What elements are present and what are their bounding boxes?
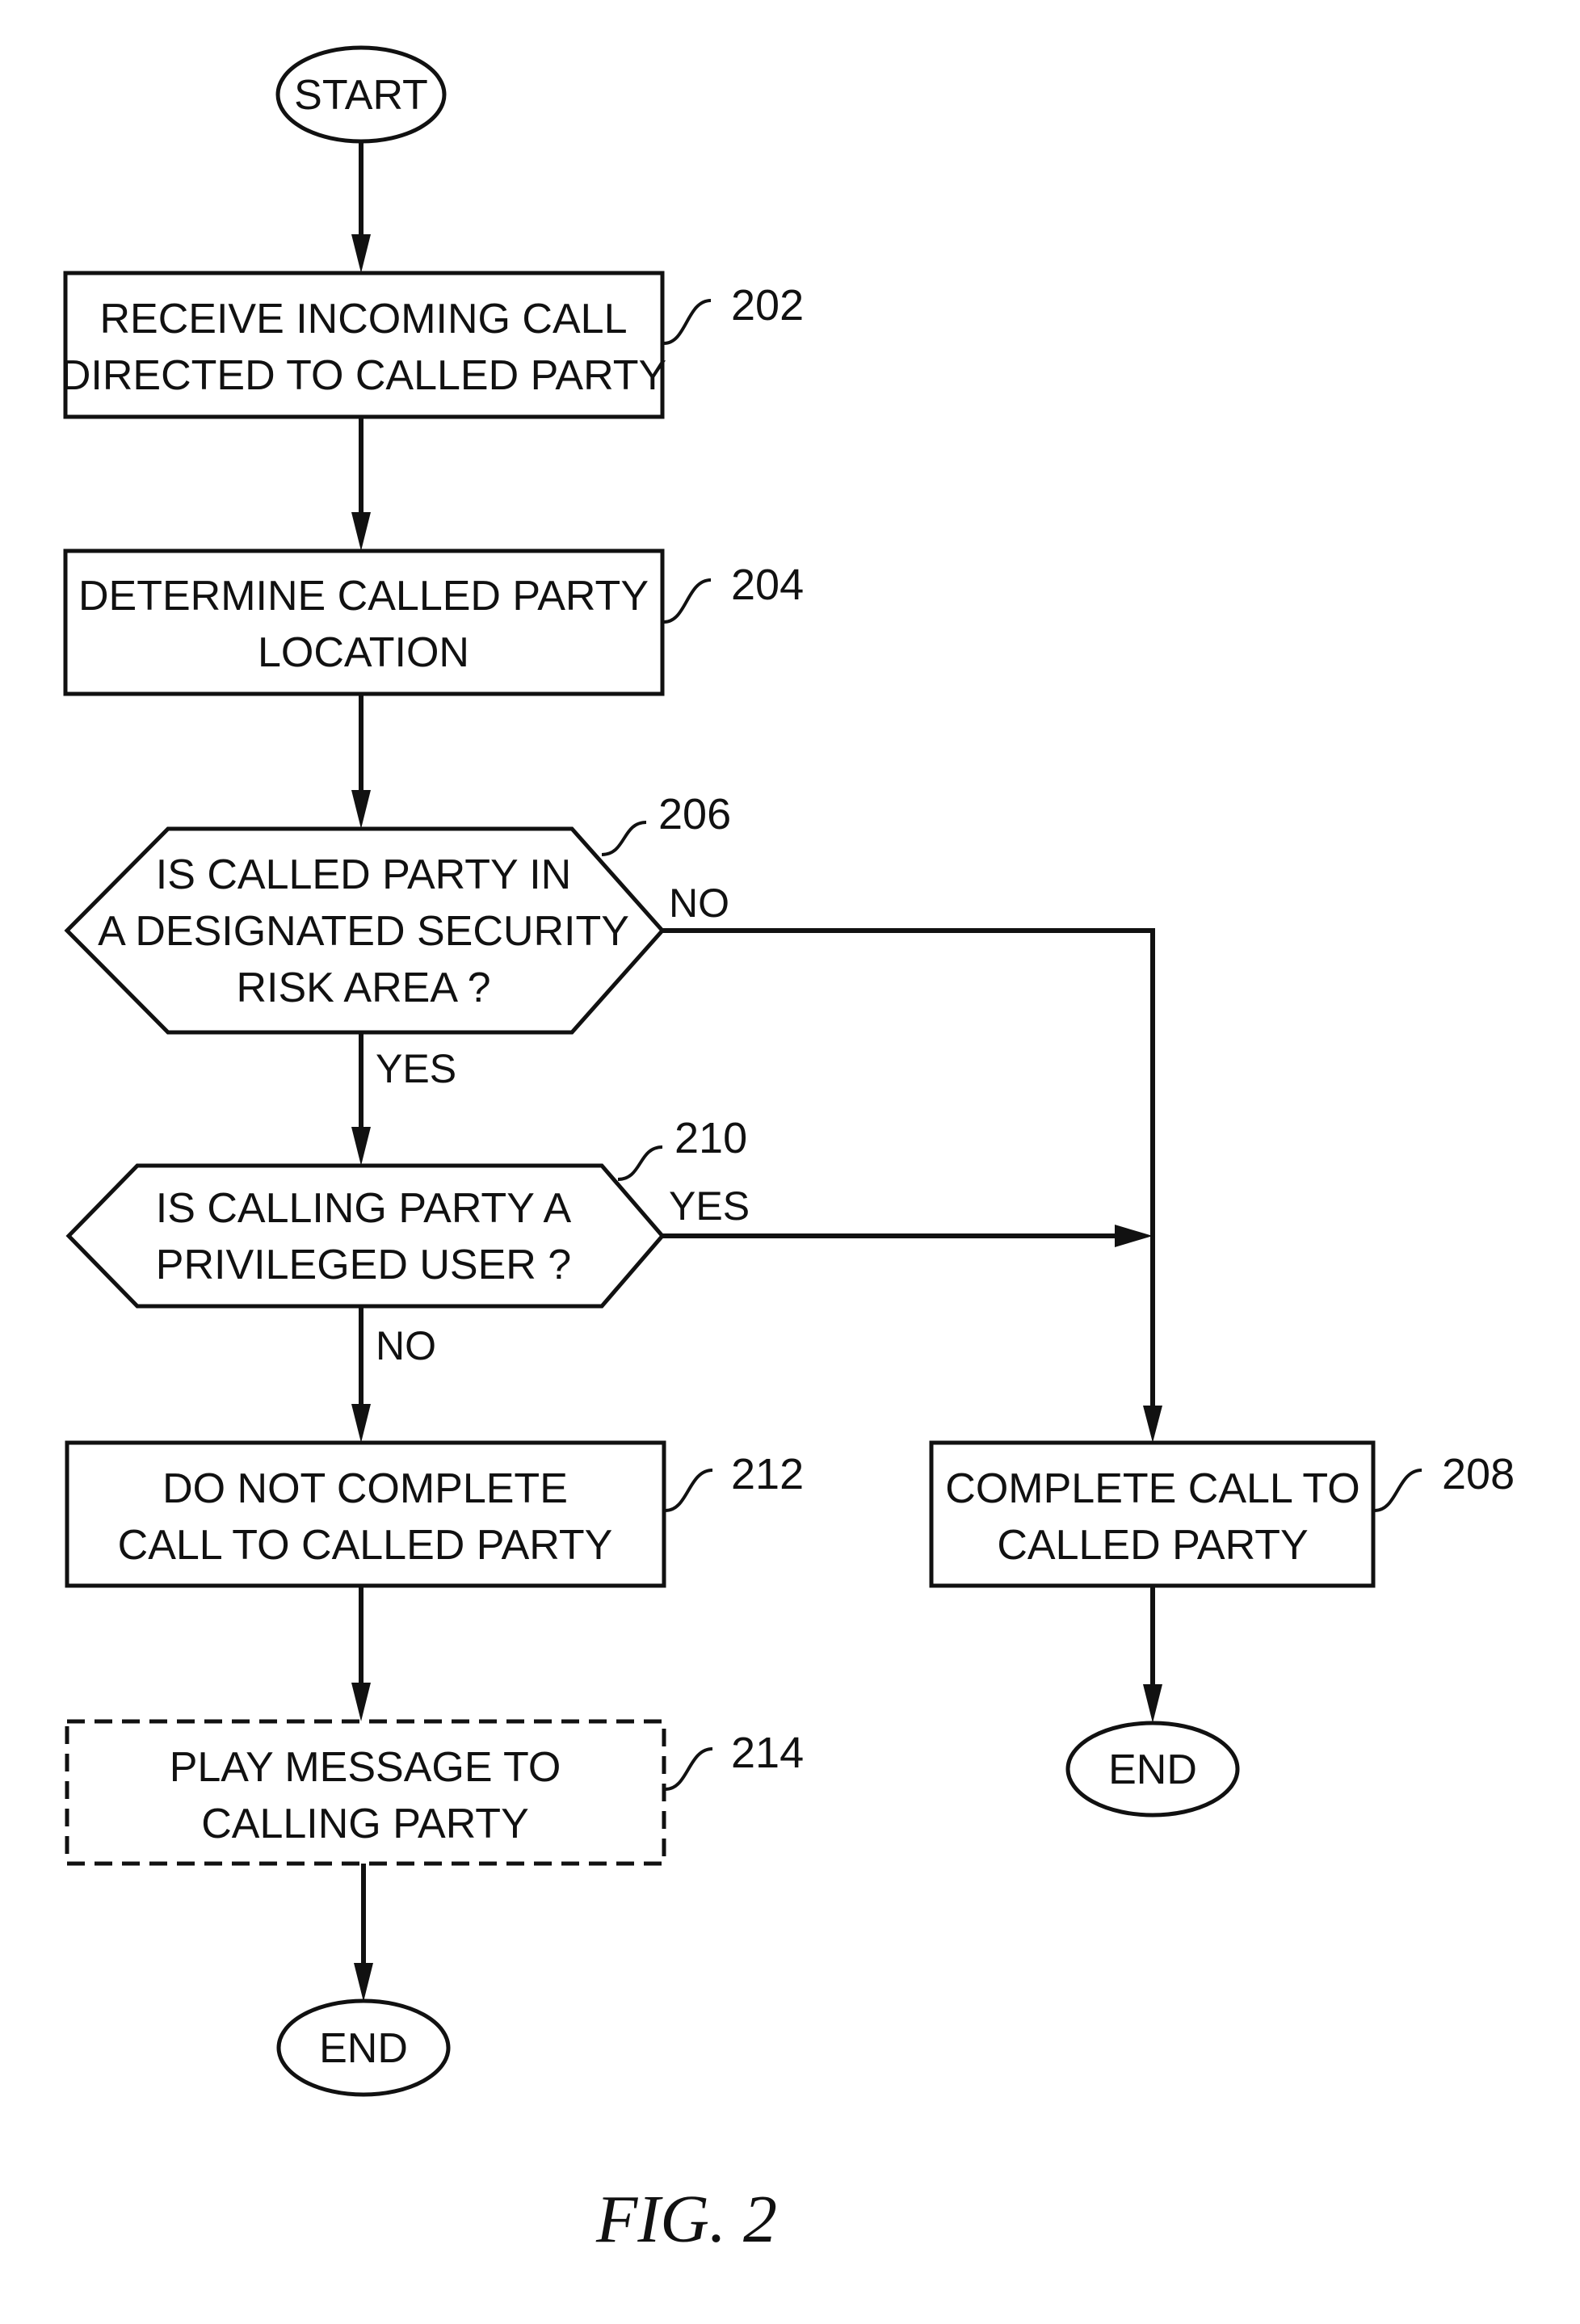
start-label: START: [294, 72, 428, 119]
ref-number-208: 208: [1442, 1450, 1515, 1498]
decision-206-line-2: A DESIGNATED SECURITY: [98, 908, 629, 955]
arrowhead-end-right: [1143, 1684, 1162, 1723]
decision-206-line-1: IS CALLED PARTY IN: [156, 851, 571, 898]
ref-number-210: 210: [674, 1114, 747, 1162]
ref-number-206: 206: [658, 790, 731, 838]
ref-number-214: 214: [731, 1729, 804, 1777]
step-212-do-not-complete: DO NOT COMPLETE CALL TO CALLED PARTY 212: [65, 1440, 804, 1588]
flowchart: START RECEIVE INCOMING CALL DIRECTED TO …: [61, 45, 1515, 2257]
decision-206-line-3: RISK AREA ?: [236, 964, 490, 1011]
ref-leader-210: [617, 1145, 663, 1181]
ref-leader-204: [663, 578, 712, 624]
step-214-play-message: PLAY MESSAGE TO CALLING PARTY 214: [65, 1719, 804, 1866]
ref-number-204: 204: [731, 561, 804, 609]
branch-label-206-yes: YES: [376, 1046, 456, 1091]
step-204-line-1: DETERMINE CALLED PARTY: [78, 573, 649, 620]
step-212-line-2: CALL TO CALLED PARTY: [118, 1522, 613, 1569]
arrowhead-206: [351, 790, 371, 829]
end-right-label: END: [1108, 1746, 1197, 1793]
step-212-line-1: DO NOT COMPLETE: [162, 1465, 568, 1512]
arrowhead-210-yes: [1115, 1225, 1153, 1247]
arrowhead-208: [1143, 1406, 1162, 1443]
arrowhead-210: [351, 1127, 371, 1166]
branch-label-206-no: NO: [669, 880, 729, 926]
step-214-line-1: PLAY MESSAGE TO: [170, 1744, 561, 1791]
arrowhead-204: [351, 512, 371, 551]
end-terminator-right: END: [1065, 1721, 1240, 1818]
step-204-line-2: LOCATION: [258, 629, 469, 676]
step-208-line-1: COMPLETE CALL TO: [945, 1465, 1359, 1512]
ref-leader-206: [601, 821, 647, 856]
arrowhead-212: [351, 1404, 371, 1443]
step-202-line-1: RECEIVE INCOMING CALL: [99, 296, 627, 343]
decision-210-line-2: PRIVILEGED USER ?: [156, 1242, 571, 1288]
end-terminator-left: END: [276, 1998, 451, 2097]
decision-206-security-area: IS CALLED PARTY IN A DESIGNATED SECURITY…: [64, 790, 731, 1035]
ref-leader-202: [663, 299, 712, 345]
arrowhead-214: [351, 1683, 371, 1721]
ref-leader-208: [1374, 1469, 1422, 1512]
ref-leader-214: [665, 1747, 713, 1791]
end-left-label: END: [319, 2025, 408, 2072]
step-208-complete-call: COMPLETE CALL TO CALLED PARTY 208: [929, 1440, 1515, 1588]
ref-leader-212: [665, 1469, 713, 1512]
ref-number-212: 212: [731, 1450, 804, 1498]
arrowhead-202: [351, 234, 371, 273]
figure-caption: FIG. 2: [595, 2182, 777, 2257]
step-202-receive-call: RECEIVE INCOMING CALL DIRECTED TO CALLED…: [61, 271, 804, 419]
step-214-line-2: CALLING PARTY: [201, 1801, 529, 1847]
arrowhead-end-left: [354, 1963, 373, 2002]
step-204-determine-location: DETERMINE CALLED PARTY LOCATION 204: [63, 548, 804, 696]
edge-206-no-to-208: [662, 928, 1155, 1414]
branch-label-210-no: NO: [376, 1323, 436, 1368]
step-208-line-2: CALLED PARTY: [997, 1522, 1308, 1569]
ref-number-202: 202: [731, 281, 804, 330]
decision-210-privileged-user: IS CALLING PARTY A PRIVILEGED USER ? 210: [65, 1114, 747, 1309]
step-202-line-2: DIRECTED TO CALLED PARTY: [61, 352, 666, 399]
branch-label-210-yes: YES: [669, 1183, 750, 1229]
decision-210-line-1: IS CALLING PARTY A: [156, 1185, 572, 1232]
start-terminator: START: [275, 45, 447, 144]
